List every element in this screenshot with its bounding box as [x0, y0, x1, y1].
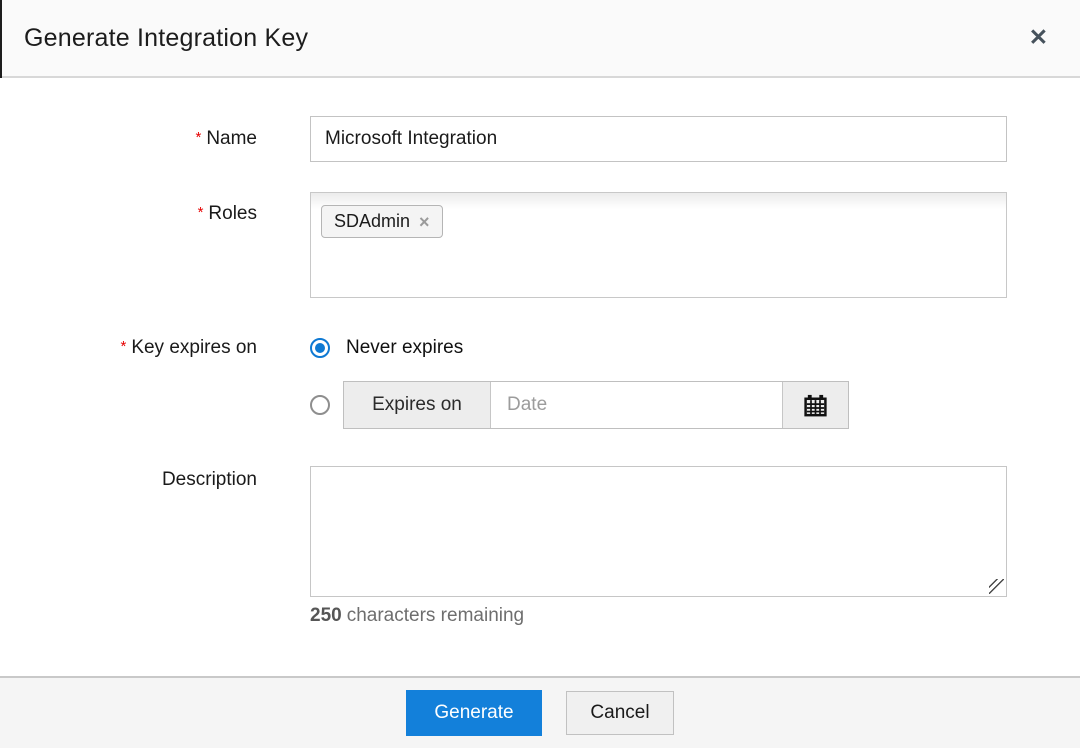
expires-on-prefix-label: Expires on	[344, 382, 491, 428]
char-counter: 250characters remaining	[310, 604, 1007, 628]
dialog-header: Generate Integration Key ✕	[0, 0, 1080, 78]
description-label: Description	[0, 466, 257, 492]
key-expires-label-text: Key expires on	[131, 337, 257, 358]
expires-on-group: Expires on	[343, 381, 849, 429]
expires-on-option: Expires on	[310, 381, 1007, 429]
key-expires-label: * Key expires on	[0, 336, 257, 361]
expires-on-radio[interactable]	[310, 395, 330, 415]
calendar-button[interactable]	[782, 382, 848, 428]
resize-handle[interactable]	[989, 579, 1004, 594]
name-input[interactable]	[310, 116, 1007, 162]
char-count-text: characters remaining	[347, 605, 524, 626]
required-asterisk: *	[198, 204, 204, 221]
never-expires-radio[interactable]	[310, 338, 330, 358]
generate-integration-key-dialog: Generate Integration Key ✕ * Name *Roles …	[0, 0, 1080, 748]
date-input[interactable]	[491, 382, 782, 428]
roles-label-text: Roles	[208, 203, 257, 224]
never-expires-option: Never expires	[310, 336, 1007, 360]
roles-field-row: *Roles SDAdmin ×	[0, 192, 1080, 298]
name-label: * Name	[0, 127, 257, 152]
required-asterisk: *	[120, 338, 126, 355]
char-count-value: 250	[310, 605, 342, 626]
close-icon: ✕	[1029, 24, 1048, 50]
cancel-button[interactable]: Cancel	[566, 691, 674, 735]
never-expires-option-label[interactable]: Never expires	[346, 337, 463, 359]
roles-multiselect[interactable]: SDAdmin ×	[310, 192, 1007, 298]
description-textarea[interactable]	[310, 466, 1007, 597]
description-label-text: Description	[162, 469, 257, 490]
calendar-icon	[802, 392, 829, 419]
name-label-text: Name	[206, 128, 257, 149]
key-expires-field-row: * Key expires on Never expires Expires on	[0, 336, 1080, 429]
generate-button[interactable]: Generate	[406, 690, 542, 736]
dialog-footer: Generate Cancel	[0, 676, 1080, 748]
name-field-row: * Name	[0, 116, 1080, 162]
roles-label: *Roles	[0, 192, 257, 227]
description-field-row: Description 250characters remaining	[0, 466, 1080, 628]
role-chip: SDAdmin ×	[321, 205, 443, 238]
chip-remove-icon[interactable]: ×	[419, 213, 430, 231]
dialog-body: *Name *Roles SDAdmin × *Key expir	[0, 78, 1080, 676]
panel-edge	[0, 0, 2, 78]
role-chip-label: SDAdmin	[334, 211, 410, 232]
required-asterisk: *	[195, 129, 201, 146]
dialog-title: Generate Integration Key	[24, 24, 308, 53]
close-button[interactable]: ✕	[1029, 26, 1048, 49]
